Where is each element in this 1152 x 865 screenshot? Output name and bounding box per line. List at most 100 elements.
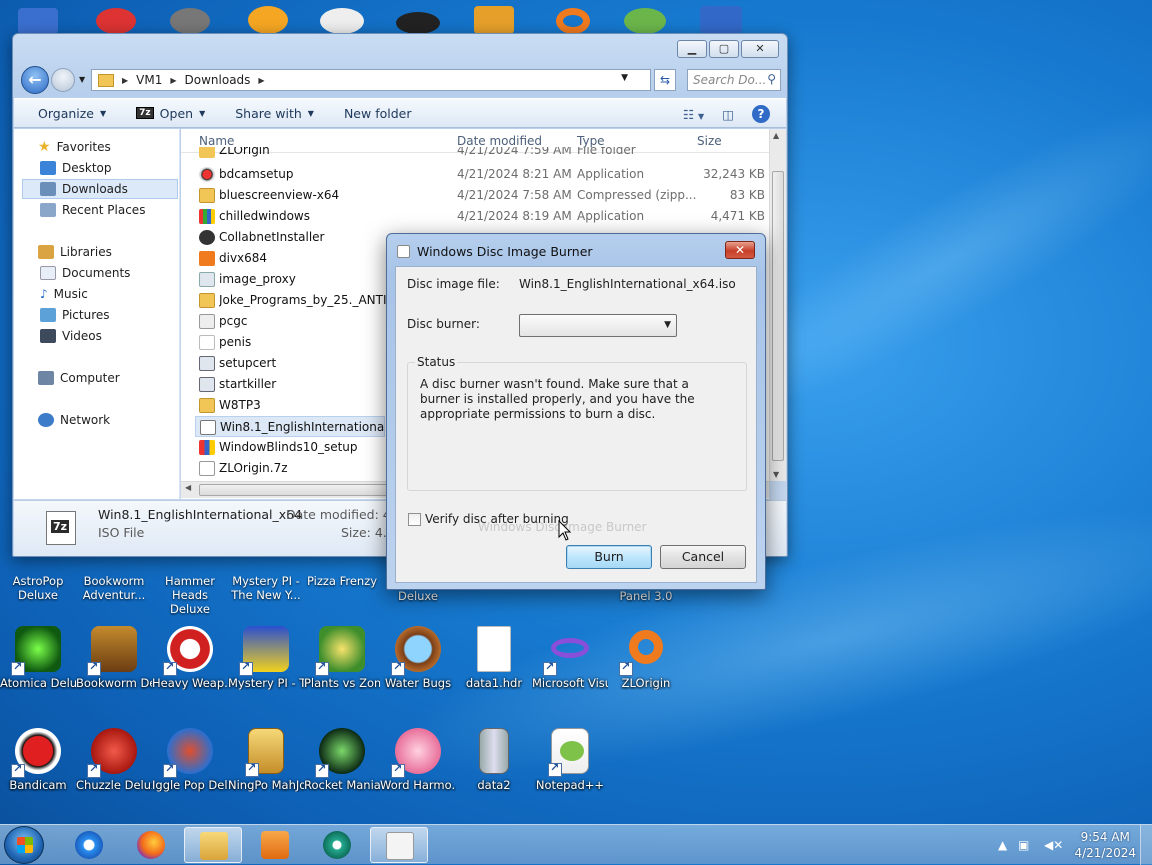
taskbar-explorer[interactable] xyxy=(184,827,242,863)
column-type[interactable]: Type xyxy=(577,134,605,148)
desktop-icon-mystery-pi-vegas[interactable]: Mystery PI - The Vegas... xyxy=(228,626,304,690)
nav-desktop[interactable]: Desktop xyxy=(40,158,112,178)
desktop-icon-chuzzle[interactable]: Chuzzle Deluxe xyxy=(76,728,152,792)
desktop-icon-zlorigin[interactable]: ZLOrigin xyxy=(608,626,684,690)
desktop-icon-data1[interactable]: data1.hdr xyxy=(456,626,532,690)
desktop-icon[interactable] xyxy=(96,8,136,34)
taskbar-disc-burner[interactable] xyxy=(370,827,428,863)
desktop-icon-label[interactable]: Panel 3.0 xyxy=(608,589,684,603)
desktop-icon[interactable] xyxy=(320,8,364,34)
desktop-icon-label[interactable]: Pizza Frenzy xyxy=(304,574,380,588)
desktop-icon[interactable] xyxy=(474,6,514,34)
share-with-button[interactable]: Share with ▼ xyxy=(235,106,314,121)
desktop-icon-plants-vs-zombies[interactable]: Plants vs Zombies xyxy=(304,626,380,690)
preview-pane-icon[interactable]: ◫ xyxy=(722,107,734,122)
desktop-icon[interactable] xyxy=(170,8,210,34)
search-input[interactable]: Search Do... ⚲ xyxy=(687,69,781,91)
breadcrumb-separator-icon[interactable]: ▶ xyxy=(170,76,176,85)
desktop-icon-label[interactable]: AstroPop Deluxe xyxy=(0,574,76,602)
file-row[interactable]: ZLOrigin 4/21/2024 7:59 AM File folder xyxy=(195,147,765,161)
desktop-icon[interactable] xyxy=(396,12,440,34)
tray-expand-icon[interactable]: ▲ xyxy=(998,838,1007,852)
address-bar[interactable]: ▶ VM1 ▶ Downloads ▶ ▼ ⇆ xyxy=(91,69,676,91)
desktop-icon-bookworm-deluxe[interactable]: Bookworm Deluxe xyxy=(76,626,152,690)
refresh-icon[interactable]: ⇆ xyxy=(654,69,676,91)
file-row[interactable]: chilledwindows 4/21/2024 8:19 AM Applicati… xyxy=(195,206,765,227)
address-dropdown-icon[interactable]: ▼ xyxy=(621,73,628,83)
nav-pictures[interactable]: Pictures xyxy=(40,305,110,325)
desktop-icon-notepad-plus[interactable]: Notepad++ xyxy=(532,728,608,792)
desktop-icon-atomica[interactable]: Atomica Deluxe xyxy=(0,626,76,690)
column-size[interactable]: Size xyxy=(697,134,722,148)
scroll-thumb[interactable] xyxy=(199,484,399,496)
vertical-scrollbar[interactable]: ▲ ▼ xyxy=(769,129,786,481)
scroll-up-icon[interactable]: ▲ xyxy=(773,131,779,140)
file-row[interactable]: bluescreenview-x64 4/21/2024 7:58 AM Compr… xyxy=(195,185,765,206)
desktop-icon-label[interactable]: Deluxe xyxy=(380,589,456,603)
back-button[interactable]: ← xyxy=(21,66,49,94)
desktop-icon-rocket-mania[interactable]: Rocket Mania Deluxe xyxy=(304,728,380,792)
desktop-icon-heavy-weapon[interactable]: Heavy Weap... xyxy=(152,626,228,690)
desktop-icon-water-bugs[interactable]: Water Bugs xyxy=(380,626,456,690)
breadcrumb-separator-icon[interactable]: ▶ xyxy=(258,76,264,85)
volume-muted-icon[interactable]: ◀✕ xyxy=(1044,838,1063,852)
desktop-icon[interactable] xyxy=(18,8,58,34)
taskbar-media-player[interactable] xyxy=(246,827,304,863)
taskbar-ie[interactable] xyxy=(60,827,118,863)
nav-documents[interactable]: Documents xyxy=(40,263,130,283)
desktop-icon[interactable] xyxy=(624,8,666,34)
minimize-button[interactable]: ▁ xyxy=(677,40,707,58)
show-desktop-button[interactable] xyxy=(1140,825,1152,865)
nav-libraries[interactable]: Libraries xyxy=(38,242,112,262)
organize-button[interactable]: Organize ▼ xyxy=(38,106,106,121)
nav-videos[interactable]: Videos xyxy=(40,326,102,346)
taskbar-firefox[interactable] xyxy=(122,827,180,863)
close-button[interactable]: ✕ xyxy=(741,40,779,58)
clock[interactable]: 9:54 AM 4/21/2024 xyxy=(1074,829,1136,861)
nav-favorites[interactable]: ★ Favorites xyxy=(38,137,111,157)
breadcrumb-downloads[interactable]: Downloads xyxy=(185,73,251,87)
cancel-button[interactable]: Cancel xyxy=(660,545,746,569)
scroll-thumb[interactable] xyxy=(772,171,784,461)
view-options-icon[interactable]: ☷ ▼ xyxy=(683,107,704,122)
network-tray-icon[interactable]: ▣ xyxy=(1018,838,1029,852)
column-name[interactable]: Name xyxy=(199,134,234,148)
desktop-icon-data2[interactable]: data2 xyxy=(456,728,532,792)
taskbar-app[interactable] xyxy=(308,827,366,863)
nav-recent-places[interactable]: Recent Places xyxy=(40,200,145,220)
forward-button[interactable] xyxy=(51,68,75,92)
desktop-icon-label[interactable]: Bookworm Adventur... xyxy=(76,574,152,602)
help-icon[interactable]: ? xyxy=(752,105,770,123)
scroll-down-icon[interactable]: ▼ xyxy=(773,470,779,479)
breadcrumb-separator-icon[interactable]: ▶ xyxy=(122,76,128,85)
desktop-icon-bandicam[interactable]: Bandicam xyxy=(0,728,76,792)
desktop-icon[interactable] xyxy=(248,6,288,34)
desktop-icon-visual-studio[interactable]: Microsoft Visual Stud... xyxy=(532,626,608,690)
desktop-icon-iggle-pop[interactable]: Iggle Pop Deluxe xyxy=(152,728,228,792)
column-date-modified[interactable]: Date modified xyxy=(457,134,542,148)
nav-downloads[interactable]: Downloads xyxy=(22,179,178,199)
desktop-icon-ningpo[interactable]: NingPo MahJo... xyxy=(228,728,304,792)
new-folder-button[interactable]: New folder xyxy=(344,106,412,121)
open-button[interactable]: 7z Open ▼ xyxy=(136,106,205,121)
nav-network[interactable]: Network xyxy=(38,410,110,430)
desktop-icon-word-harmony[interactable]: Word Harmo... xyxy=(380,728,456,792)
history-dropdown-icon[interactable]: ▼ xyxy=(79,75,85,84)
disc-image-burner-dialog[interactable]: Windows Disc Image Burner ✕ Disc image f… xyxy=(386,233,766,590)
nav-computer[interactable]: Computer xyxy=(38,368,120,388)
disc-burner-select[interactable]: ▼ xyxy=(519,314,677,337)
dialog-close-button[interactable]: ✕ xyxy=(725,241,755,259)
file-row[interactable]: bdcamsetup 4/21/2024 8:21 AM Application 32… xyxy=(195,164,765,185)
desktop-icon[interactable] xyxy=(700,6,742,34)
file-row-selected[interactable]: Win8.1_EnglishInternational_x64 xyxy=(195,416,385,437)
burn-button[interactable]: Burn xyxy=(566,545,652,569)
maximize-button[interactable]: ▢ xyxy=(709,40,739,58)
desktop-icon-label[interactable]: Hammer Heads Deluxe xyxy=(152,574,228,616)
nav-music[interactable]: ♪ Music xyxy=(40,284,88,304)
breadcrumb-vm1[interactable]: VM1 xyxy=(136,73,162,87)
start-button[interactable] xyxy=(4,826,44,864)
scroll-left-icon[interactable]: ◀ xyxy=(185,483,191,492)
checkbox-box[interactable] xyxy=(408,512,421,526)
desktop-icon-label[interactable]: Mystery PI - The New Y... xyxy=(228,574,304,602)
desktop-icon[interactable] xyxy=(556,8,590,34)
